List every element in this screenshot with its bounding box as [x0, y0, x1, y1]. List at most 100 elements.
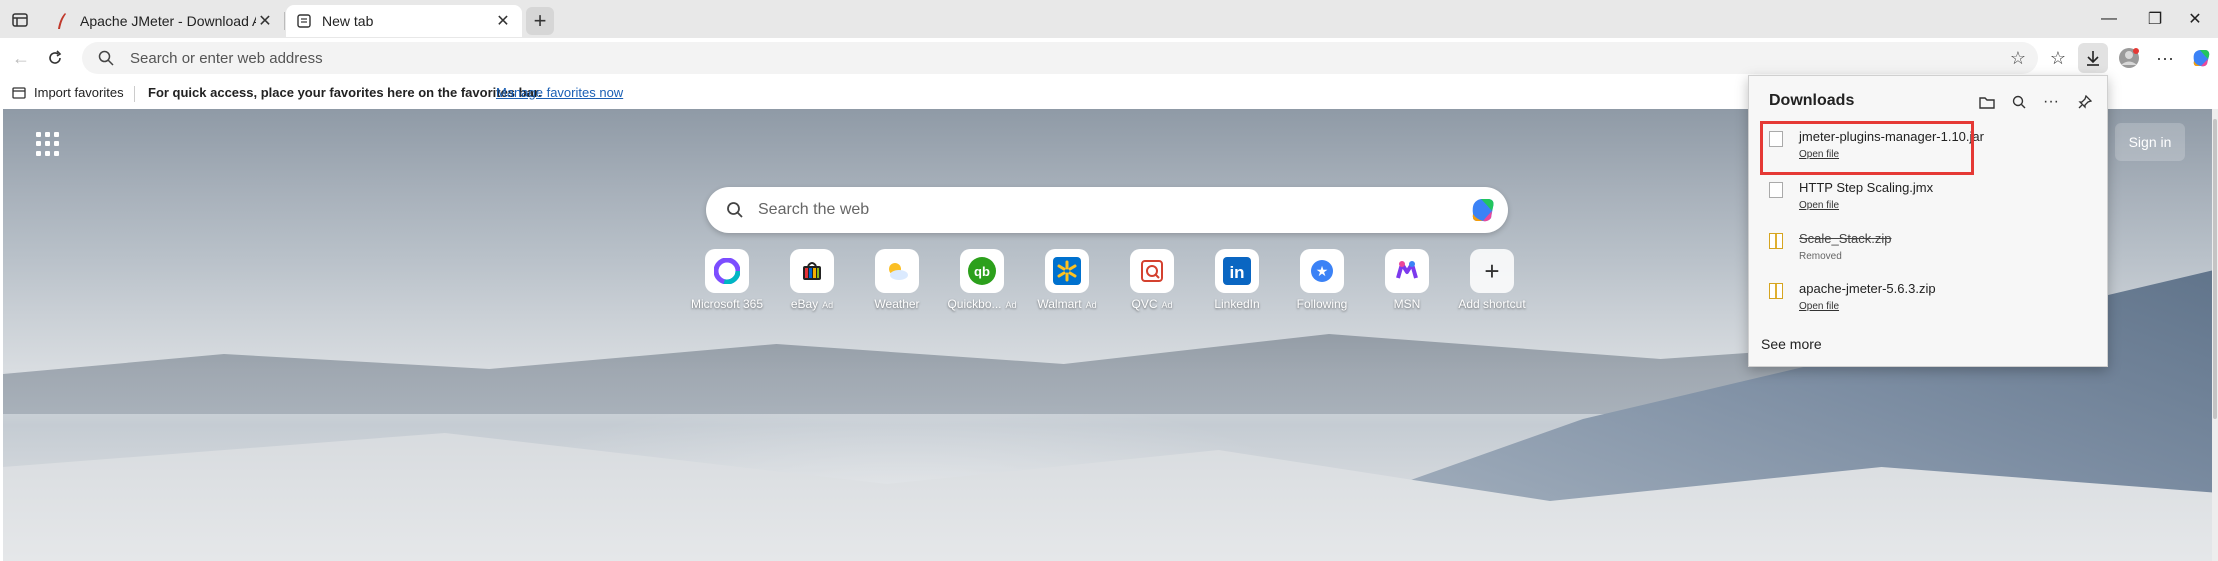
close-window-button[interactable]: ✕ [2172, 0, 2218, 38]
restore-icon: ❐ [2147, 11, 2163, 28]
favorites-separator [134, 86, 135, 102]
search-input[interactable]: Search the web [758, 201, 869, 219]
open-file-link[interactable]: Open file [1799, 200, 1839, 211]
shortcut-walmart[interactable]: Walmart Ad [1027, 249, 1107, 311]
pin-icon[interactable] [2073, 90, 2097, 114]
new-tab-button[interactable]: + [526, 7, 554, 35]
shortcut-label: Quickbo... [947, 297, 1002, 311]
back-arrow-icon: ← [12, 47, 30, 68]
download-filename: Scale_Stack.zip [1799, 231, 1892, 246]
quickbooks-icon: qb [960, 249, 1004, 293]
file-icon [1769, 182, 1783, 198]
minimize-button[interactable]: — [2086, 0, 2132, 38]
import-icon [12, 86, 26, 99]
downloads-panel: Downloads ··· jmeter-plugins-manager-1.1… [1748, 75, 2108, 367]
tab-actions-button[interactable] [8, 9, 32, 31]
download-filename: apache-jmeter-5.6.3.zip [1799, 281, 1936, 296]
import-favorites-label: Import favorites [34, 85, 124, 100]
close-tab-icon[interactable]: ✕ [256, 11, 274, 31]
following-icon: ★ [1300, 249, 1344, 293]
linkedin-icon: in [1215, 249, 1259, 293]
address-input[interactable]: Search or enter web address [130, 50, 323, 67]
zip-file-icon [1769, 233, 1783, 249]
plus-icon: + [533, 8, 547, 33]
favorite-star-icon[interactable]: ☆ [2010, 48, 2026, 69]
shortcuts-row: Microsoft 365 eBay Ad Weather qb Quickbo.… [687, 249, 1537, 329]
ad-badge: Ad [1085, 300, 1097, 310]
shortcut-label: Walmart [1037, 297, 1082, 311]
open-file-link[interactable]: Open file [1799, 301, 1839, 312]
microsoft-365-icon [705, 249, 749, 293]
svg-text:★: ★ [1316, 264, 1329, 280]
add-icon: + [1470, 249, 1514, 293]
shortcut-ebay[interactable]: eBay Ad [772, 249, 852, 311]
settings-more-button[interactable]: ··· [2150, 43, 2180, 73]
open-downloads-folder-icon[interactable] [1975, 90, 1999, 114]
shortcut-label: MSN [1393, 297, 1421, 311]
ad-badge: Ad [822, 300, 834, 310]
profile-button[interactable] [2114, 43, 2144, 73]
downloads-button[interactable] [2078, 43, 2108, 73]
new-tab-page-icon [296, 13, 312, 29]
favorites-hint: For quick access, place your favorites h… [148, 85, 542, 100]
more-dots-icon: ··· [2156, 47, 2174, 68]
add-shortcut-button[interactable]: + Add shortcut [1452, 249, 1532, 311]
svg-text:qb: qb [974, 264, 990, 279]
minimize-icon: — [2101, 10, 2117, 27]
tab-new-tab[interactable]: New tab ✕ [286, 5, 522, 37]
shortcut-quickbooks[interactable]: qb Quickbo... Ad [942, 249, 1022, 311]
shortcut-label: Weather [874, 297, 920, 311]
walmart-icon [1045, 249, 1089, 293]
shortcut-label: Following [1296, 297, 1348, 311]
avatar [2119, 48, 2139, 68]
tab-actions-icon [12, 13, 28, 27]
search-icon [727, 202, 743, 218]
close-tab-icon[interactable]: ✕ [494, 11, 512, 31]
tab-title: Apache JMeter - Download Apache JMeter [80, 13, 256, 29]
tab-jmeter[interactable]: Apache JMeter - Download Apache JMeter ✕ [44, 5, 284, 37]
qvc-icon [1130, 249, 1174, 293]
page-scrollbar[interactable] [2212, 109, 2218, 561]
refresh-button[interactable] [40, 43, 70, 73]
copilot-button[interactable] [2186, 43, 2216, 73]
close-icon: ✕ [2188, 11, 2202, 28]
msn-icon [1385, 249, 1429, 293]
address-bar[interactable]: Search or enter web address ☆ [82, 42, 2038, 74]
zip-file-icon [1769, 283, 1783, 299]
shortcut-label: eBay [790, 297, 819, 311]
manage-favorites-link[interactable]: Manage favorites now [496, 85, 623, 100]
tab-separator [284, 12, 285, 30]
apps-launcher-icon[interactable] [36, 132, 60, 156]
download-status: Removed [1799, 251, 1842, 262]
more-options-icon[interactable]: ··· [2039, 90, 2063, 114]
shortcut-microsoft-365[interactable]: Microsoft 365 [687, 249, 767, 311]
svg-text:in: in [1229, 263, 1244, 282]
web-search-box[interactable]: Search the web [706, 187, 1508, 233]
favorites-button[interactable]: ☆ [2043, 43, 2073, 73]
download-icon [2087, 51, 2099, 66]
back-button[interactable]: ← [6, 43, 36, 73]
shortcut-linkedin[interactable]: in LinkedIn [1197, 249, 1277, 311]
refresh-icon [49, 50, 62, 64]
downloads-title: Downloads [1769, 92, 1855, 109]
shortcut-weather[interactable]: Weather [857, 249, 937, 311]
scrollbar-thumb[interactable] [2213, 119, 2217, 419]
shortcut-qvc[interactable]: QVC Ad [1112, 249, 1192, 311]
ad-badge: Ad [1161, 300, 1173, 310]
tab-title: New tab [322, 13, 374, 29]
shortcut-label: LinkedIn [1214, 297, 1260, 311]
copilot-icon [2193, 50, 2210, 67]
shortcut-label: Microsoft 365 [690, 297, 764, 311]
see-more-link[interactable]: See more [1761, 336, 1822, 352]
copilot-icon[interactable] [1468, 195, 1498, 225]
shortcut-msn[interactable]: MSN [1367, 249, 1447, 311]
navigation-toolbar: ← Search or enter web address ☆ ☆ ··· [0, 38, 2218, 78]
search-downloads-icon[interactable] [2007, 90, 2031, 114]
ad-badge: Ad [1005, 300, 1017, 310]
import-favorites-button[interactable]: Import favorites [12, 85, 124, 100]
shortcut-following[interactable]: ★ Following [1282, 249, 1362, 311]
highlight-box [1760, 121, 1974, 175]
download-filename: HTTP Step Scaling.jmx [1799, 180, 1934, 195]
ebay-icon [790, 249, 834, 293]
sign-in-button[interactable]: Sign in [2115, 123, 2185, 161]
